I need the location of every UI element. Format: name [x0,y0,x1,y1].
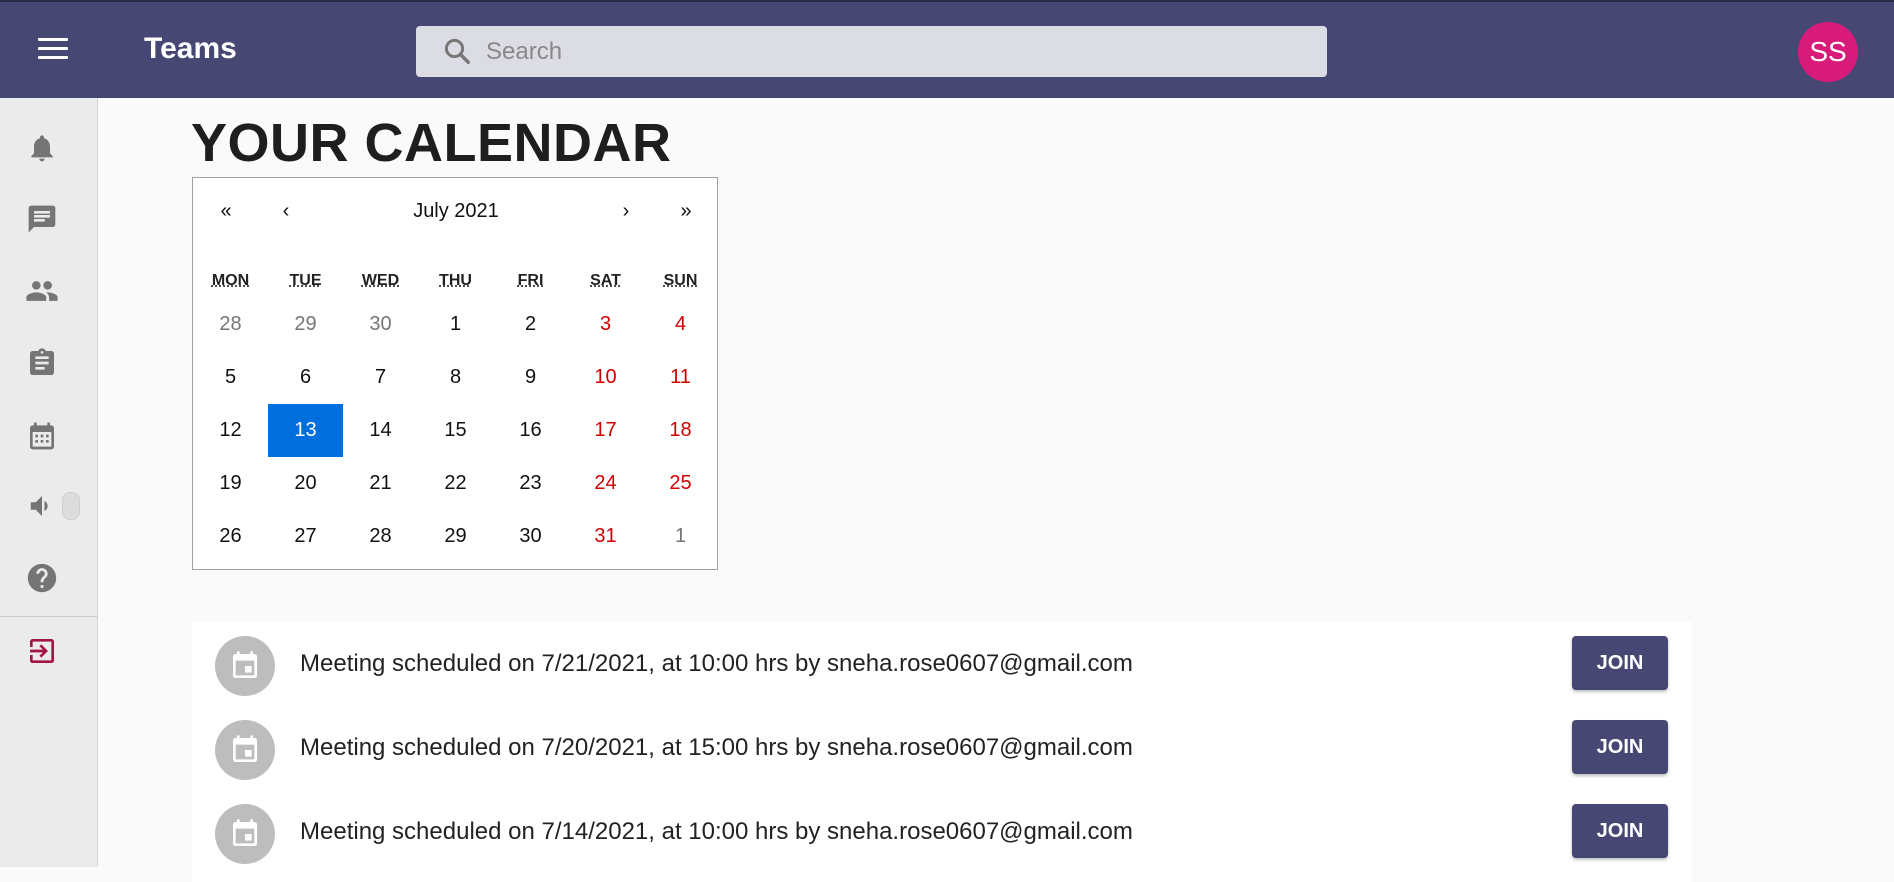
help-icon [25,561,59,595]
sidebar-item-teams[interactable] [22,271,62,311]
prev-month-button[interactable]: ‹ [259,178,313,244]
calendar-day[interactable]: 11 [643,351,718,404]
calendar-day[interactable]: 28 [193,298,268,351]
search-input[interactable] [486,26,1306,77]
calendar-day[interactable]: 24 [568,457,643,510]
sidebar-item-audio[interactable] [22,486,62,526]
logout-icon [26,635,58,667]
calendar-day[interactable]: 12 [193,404,268,457]
weekday-thu: THU [418,272,493,298]
calendar-days-grid: 28 29 30 1 2 3 4 5 6 7 8 9 10 11 12 13 14 15 16 17 18 19 20 21 2… [193,298,719,563]
sidebar-item-help[interactable] [22,558,62,598]
top-app-bar: Teams SS [0,0,1894,98]
calendar-day[interactable]: 7 [343,351,418,404]
avatar[interactable]: SS [1798,22,1858,82]
calendar-day[interactable]: 29 [268,298,343,351]
calendar-day[interactable]: 26 [193,510,268,563]
calendar-day[interactable]: 30 [343,298,418,351]
event-icon [215,720,275,780]
meeting-description: Meeting scheduled on 7/14/2021, at 10:00… [300,818,1133,846]
calendar-day[interactable]: 5 [193,351,268,404]
sidebar-divider [0,616,98,617]
calendar-day[interactable]: 16 [493,404,568,457]
weekday-sat: SAT [568,272,643,298]
sidebar-item-logout[interactable] [22,631,62,671]
speaker-icon [27,491,57,521]
calendar-day[interactable]: 29 [418,510,493,563]
calendar-day[interactable]: 18 [643,404,718,457]
weekday-fri: FRI [493,272,568,298]
calendar-day[interactable]: 23 [493,457,568,510]
calendar-day[interactable]: 9 [493,351,568,404]
calendar-icon [26,420,58,452]
join-button[interactable]: JOIN [1572,636,1668,690]
weekday-wed: WED [343,272,418,298]
meeting-item: Meeting scheduled on 7/21/2021, at 10:00… [192,622,1692,706]
calendar-day[interactable]: 4 [643,298,718,351]
bell-icon [26,132,58,164]
meeting-description: Meeting scheduled on 7/20/2021, at 15:00… [300,734,1133,762]
calendar-day[interactable]: 1 [418,298,493,351]
sidebar-item-assignments[interactable] [22,343,62,383]
calendar-day[interactable]: 21 [343,457,418,510]
prev-year-button[interactable]: « [193,178,259,244]
calendar-day[interactable]: 1 [643,510,718,563]
calendar-day[interactable]: 17 [568,404,643,457]
meeting-item: Meeting scheduled on 7/20/2021, at 15:00… [192,706,1692,790]
month-label[interactable]: July 2021 [313,178,599,244]
sidebar [0,98,98,867]
event-icon [215,804,275,864]
calendar-widget: « ‹ July 2021 › » MON TUE WED THU FRI SA… [192,177,718,570]
calendar-day[interactable]: 22 [418,457,493,510]
search-icon [442,36,472,66]
calendar-day[interactable]: 3 [568,298,643,351]
meetings-list: Meeting scheduled on 7/21/2021, at 10:00… [192,622,1692,882]
join-button[interactable]: JOIN [1572,720,1668,774]
sidebar-item-activity[interactable] [22,128,62,168]
calendar-day[interactable]: 2 [493,298,568,351]
search-bar[interactable] [416,26,1327,77]
sidebar-item-chat[interactable] [22,199,62,239]
calendar-day[interactable]: 19 [193,457,268,510]
weekday-mon: MON [193,272,268,298]
calendar-day[interactable]: 25 [643,457,718,510]
weekday-sun: SUN [643,272,718,298]
audio-toggle[interactable] [62,492,80,520]
calendar-day[interactable]: 28 [343,510,418,563]
calendar-day[interactable]: 10 [568,351,643,404]
meeting-item: Meeting scheduled on 7/14/2021, at 10:00… [192,790,1692,874]
people-icon [25,274,59,308]
sidebar-item-calendar[interactable] [22,416,62,456]
next-month-button[interactable]: › [599,178,653,244]
chat-icon [26,203,58,235]
weekday-header: MON TUE WED THU FRI SAT SUN [193,272,719,298]
hamburger-menu-icon[interactable] [38,38,68,62]
next-year-button[interactable]: » [653,178,719,244]
meeting-description: Meeting scheduled on 7/21/2021, at 10:00… [300,650,1133,678]
event-icon [215,636,275,696]
calendar-day[interactable]: 27 [268,510,343,563]
calendar-day[interactable]: 15 [418,404,493,457]
app-title: Teams [144,32,237,66]
calendar-day-selected[interactable]: 13 [268,404,343,457]
page-title: YOUR CALENDAR [191,112,672,174]
calendar-day[interactable]: 30 [493,510,568,563]
calendar-day[interactable]: 6 [268,351,343,404]
calendar-day[interactable]: 14 [343,404,418,457]
calendar-day[interactable]: 8 [418,351,493,404]
clipboard-icon [26,347,58,379]
weekday-tue: TUE [268,272,343,298]
calendar-day[interactable]: 20 [268,457,343,510]
calendar-day[interactable]: 31 [568,510,643,563]
join-button[interactable]: JOIN [1572,804,1668,858]
